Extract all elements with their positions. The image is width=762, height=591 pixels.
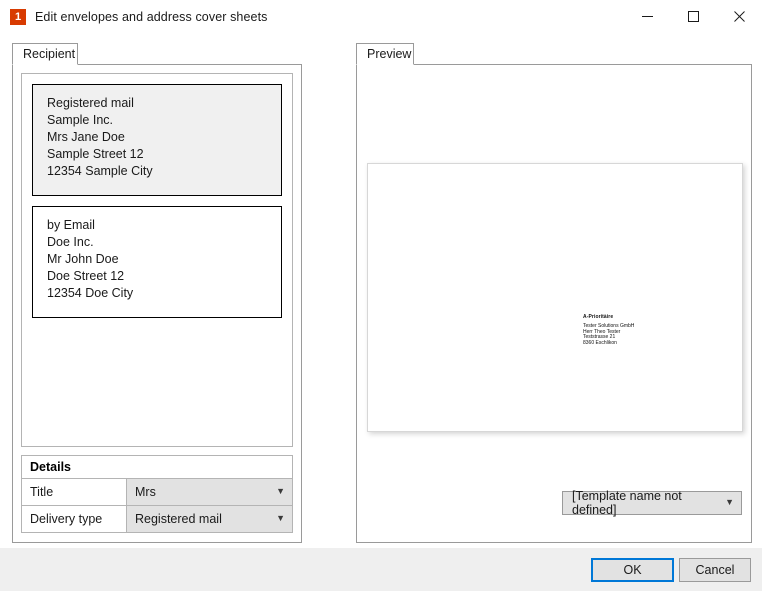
list-item[interactable]: Registered mail Sample Inc. Mrs Jane Doe… [32,84,282,196]
address-line: Doe Street 12 [47,269,125,283]
ok-button[interactable]: OK [591,558,674,582]
recipient-panel: Registered mail Sample Inc. Mrs Jane Doe… [12,64,302,543]
table-row: Title Mrs ▼ [22,479,292,506]
envelope-address-line: 8360 Eschlikon [583,339,617,346]
recipient-list[interactable]: Registered mail Sample Inc. Mrs Jane Doe… [21,73,293,447]
address-line: Mrs Jane Doe [47,130,125,144]
window-controls [624,0,762,33]
close-icon[interactable] [716,0,762,33]
priority-mark: A-Prioritàire [583,314,614,320]
title-label: Title [22,479,127,505]
address-line: by Email [47,218,95,232]
chevron-down-icon: ▼ [725,496,734,507]
details-table: Details Title Mrs ▼ Delivery type Regist… [21,455,293,533]
address-line: 12354 Sample City [47,164,153,178]
address-line: 12354 Doe City [47,286,134,300]
template-dropdown[interactable]: [Template name not defined] ▼ [562,489,742,517]
tab-recipient[interactable]: Recipient [12,43,78,65]
title-dropdown[interactable]: Mrs ▼ [127,479,292,505]
footer-bar: OK Cancel [0,548,762,591]
preview-tab-group: Preview A-Prioritàire Tester Solutions G… [356,43,752,543]
envelope-address-block: A-Prioritàire Tester Solutions GmbH Herr… [583,314,634,346]
dialog-body: Recipient Registered mail Sample Inc. Mr… [0,33,762,548]
delivery-type-label: Delivery type [22,506,127,532]
delivery-type-dropdown[interactable]: Registered mail ▼ [127,506,292,532]
address-line: Doe Inc. [47,235,94,249]
list-item[interactable]: by Email Doe Inc. Mr John Doe Doe Street… [32,206,282,318]
preview-tab-strip: Preview [356,43,752,65]
table-row: Delivery type Registered mail ▼ [22,506,292,532]
preview-panel: A-Prioritàire Tester Solutions GmbH Herr… [356,64,752,543]
cancel-button[interactable]: Cancel [679,558,751,582]
chevron-down-icon: ▼ [276,512,285,523]
recipient-tab-group: Recipient Registered mail Sample Inc. Mr… [12,43,302,543]
app-icon: 1 [10,8,26,25]
tab-preview[interactable]: Preview [356,43,414,65]
details-header: Details [22,456,292,479]
address-line: Sample Street 12 [47,147,144,161]
recipient-tab-strip: Recipient [12,43,302,65]
title-dropdown-value: Mrs [135,485,156,499]
template-dropdown-value: [Template name not defined] [572,489,682,517]
envelope-preview: A-Prioritàire Tester Solutions GmbH Herr… [367,163,743,432]
window-title: Edit envelopes and address cover sheets [35,9,268,24]
maximize-icon[interactable] [670,0,716,33]
minimize-icon[interactable] [624,0,670,33]
address-line: Mr John Doe [47,252,119,266]
address-line: Registered mail [47,96,134,110]
delivery-type-dropdown-value: Registered mail [135,512,222,526]
title-bar: 1 Edit envelopes and address cover sheet… [0,0,762,33]
chevron-down-icon: ▼ [276,485,285,496]
address-line: Sample Inc. [47,113,114,127]
